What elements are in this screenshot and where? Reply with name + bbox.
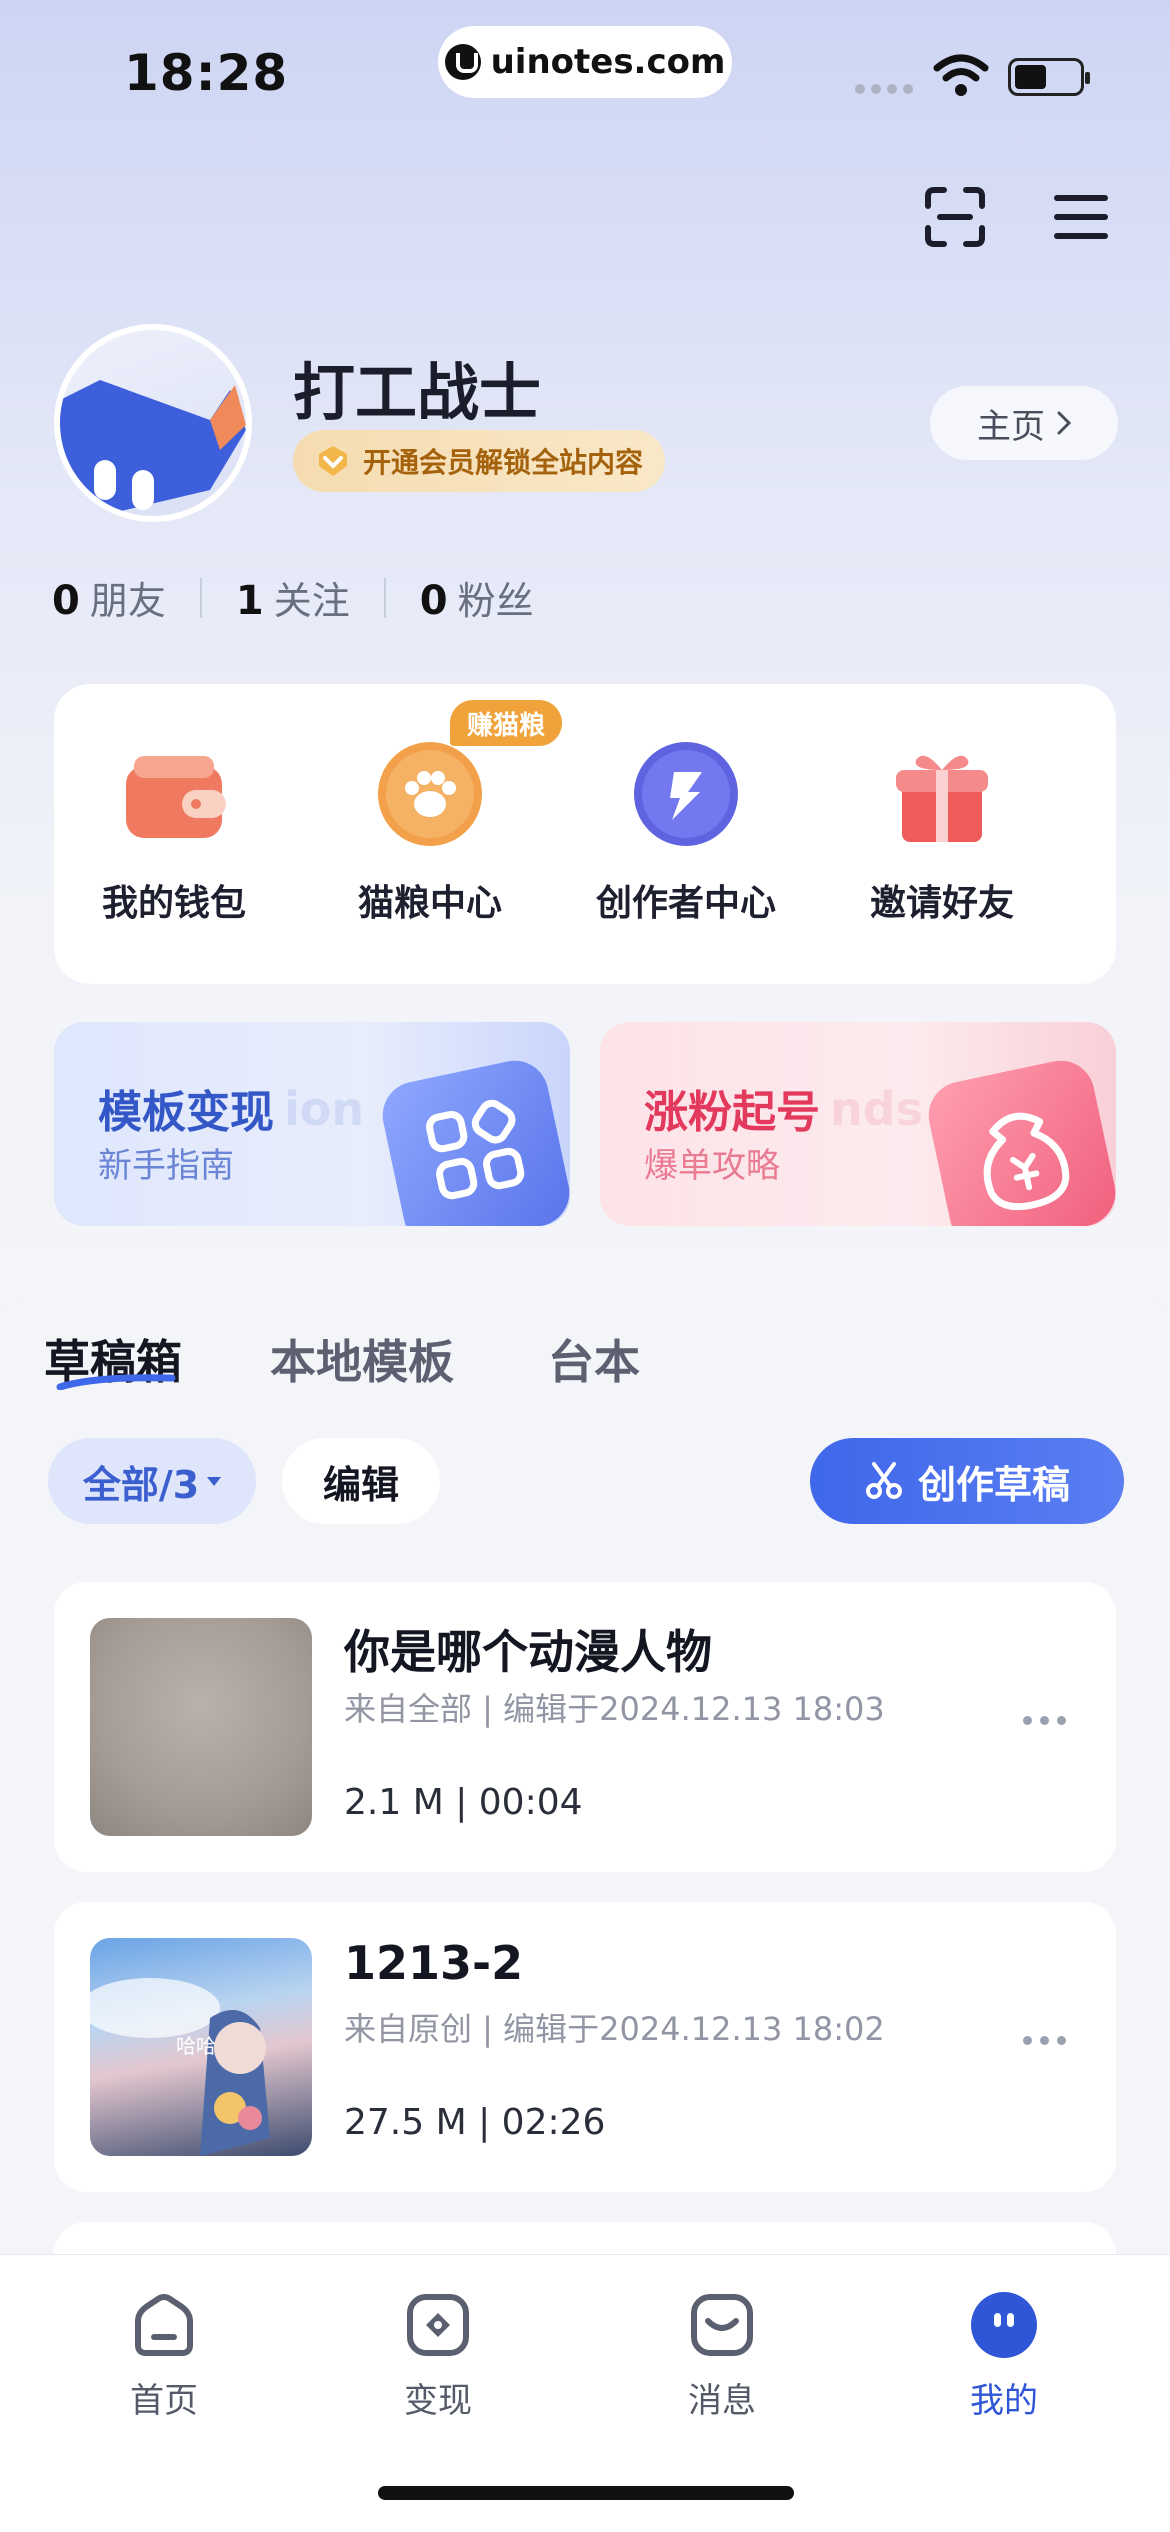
- banner-subtitle: 爆单攻略: [644, 1146, 780, 1186]
- filter-all-label: 全部/3: [82, 1462, 200, 1507]
- home-indicator[interactable]: [378, 2486, 794, 2500]
- draft-title: 你是哪个动漫人物: [344, 1625, 712, 1679]
- nav-monetize-label: 变现: [404, 2381, 472, 2421]
- tab-active-indicator: [56, 1374, 176, 1390]
- status-time: 18:28: [124, 44, 289, 102]
- thumbnail-caption: 哈哈: [176, 2034, 216, 2058]
- wifi-icon: [933, 54, 989, 96]
- catfood-label: 猫粮中心: [357, 883, 502, 924]
- nav-home[interactable]: 首页: [84, 2291, 244, 2422]
- wallet-entry[interactable]: 我的钱包: [54, 740, 294, 926]
- chevron-right-icon: [1057, 411, 1071, 435]
- earn-catfood-tag: 赚猫粮: [450, 700, 562, 746]
- money-bag-icon: [922, 1054, 1116, 1226]
- banner-subtitle: 新手指南: [98, 1146, 234, 1186]
- homepage-label: 主页: [977, 406, 1045, 447]
- nav-me-label: 我的: [970, 2381, 1038, 2421]
- lock-icon: [444, 44, 481, 80]
- wallet-label: 我的钱包: [101, 883, 246, 924]
- nav-me[interactable]: 我的: [924, 2291, 1084, 2422]
- url-text: uinotes.com: [490, 42, 726, 82]
- stat-following[interactable]: 1 关注: [236, 570, 350, 625]
- message-icon: [688, 2291, 756, 2359]
- creator-icon: [632, 740, 740, 848]
- creator-entry[interactable]: 创作者中心: [566, 740, 806, 926]
- draft-meta: 来自原创 | 编辑于2024.12.13 18:02: [344, 2010, 885, 2048]
- monetize-icon: [404, 2291, 472, 2359]
- quick-entries-card: 我的钱包 猫粮中心 创作者中心 邀请好友: [54, 684, 1116, 984]
- banner-title: 涨粉起号: [644, 1087, 820, 1138]
- caret-down-icon: [207, 1476, 222, 1486]
- more-icon[interactable]: [1023, 2036, 1066, 2045]
- battery-icon: [1008, 58, 1090, 96]
- menu-icon[interactable]: [1054, 192, 1108, 242]
- draft-meta: 来自全部 | 编辑于2024.12.13 18:03: [344, 1690, 885, 1728]
- wallet-icon: [120, 740, 228, 848]
- divider: [383, 577, 386, 618]
- paw-icon: [376, 740, 484, 848]
- vip-badge[interactable]: 开通会员解锁全站内容: [293, 430, 666, 492]
- stat-fans[interactable]: 0 粉丝: [420, 570, 534, 625]
- template-monetize-banner[interactable]: ion 模板变现 新手指南: [54, 1022, 570, 1226]
- me-icon: [970, 2291, 1038, 2359]
- draft-item[interactable]: 你是哪个动漫人物 来自全部 | 编辑于2024.12.13 18:03 2.1 …: [54, 1582, 1116, 1872]
- gift-icon: [888, 740, 996, 848]
- avatar[interactable]: [54, 324, 252, 522]
- draft-item[interactable]: 哈哈 1213-2 来自原创 | 编辑于2024.12.13 18:02 27.…: [54, 1902, 1116, 2192]
- signal-icon: [855, 84, 913, 94]
- url-pill[interactable]: uinotes.com: [438, 26, 732, 98]
- home-icon: [130, 2291, 198, 2359]
- invite-entry[interactable]: 邀请好友: [822, 740, 1062, 926]
- username: 打工战士: [293, 356, 542, 429]
- banner-title: 模板变现: [98, 1087, 274, 1138]
- draft-thumbnail: [90, 1618, 312, 1836]
- vip-text: 开通会员解锁全站内容: [363, 446, 644, 479]
- homepage-button[interactable]: 主页: [930, 386, 1118, 460]
- more-icon[interactable]: [1023, 1716, 1066, 1725]
- stat-friends[interactable]: 0 朋友: [52, 570, 166, 625]
- grid-icon: [376, 1054, 570, 1226]
- divider: [199, 577, 202, 618]
- invite-label: 邀请好友: [869, 883, 1014, 924]
- draft-size-duration: 2.1 M | 00:04: [344, 1782, 583, 1823]
- nav-monetize[interactable]: 变现: [358, 2291, 518, 2422]
- banner-ghost-text: nds: [830, 1082, 924, 1136]
- tab-script[interactable]: 台本: [548, 1326, 640, 1392]
- catfood-entry[interactable]: 猫粮中心: [310, 740, 550, 926]
- draft-thumbnail: 哈哈: [90, 1938, 312, 2156]
- draft-size-duration: 27.5 M | 02:26: [344, 2102, 606, 2143]
- scissors-icon: [865, 1462, 902, 1499]
- edit-button[interactable]: 编辑: [282, 1438, 440, 1524]
- create-draft-button[interactable]: 创作草稿: [810, 1438, 1124, 1524]
- nav-home-label: 首页: [130, 2381, 198, 2421]
- scan-icon[interactable]: [924, 186, 986, 248]
- grow-fans-banner[interactable]: nds 涨粉起号 爆单攻略: [600, 1022, 1116, 1226]
- create-draft-label: 创作草稿: [917, 1462, 1070, 1507]
- creator-label: 创作者中心: [595, 883, 776, 924]
- nav-messages-label: 消息: [688, 2381, 756, 2421]
- banner-ghost-text: ion: [284, 1082, 365, 1136]
- tab-local-templates[interactable]: 本地模板: [270, 1326, 454, 1392]
- filter-all-dropdown[interactable]: 全部/3: [48, 1438, 256, 1524]
- nav-messages[interactable]: 消息: [642, 2291, 802, 2422]
- vip-gem-icon: [319, 446, 347, 476]
- draft-title: 1213-2: [344, 1936, 524, 1990]
- profile-stats: 0 朋友 1 关注 0 粉丝: [52, 570, 534, 625]
